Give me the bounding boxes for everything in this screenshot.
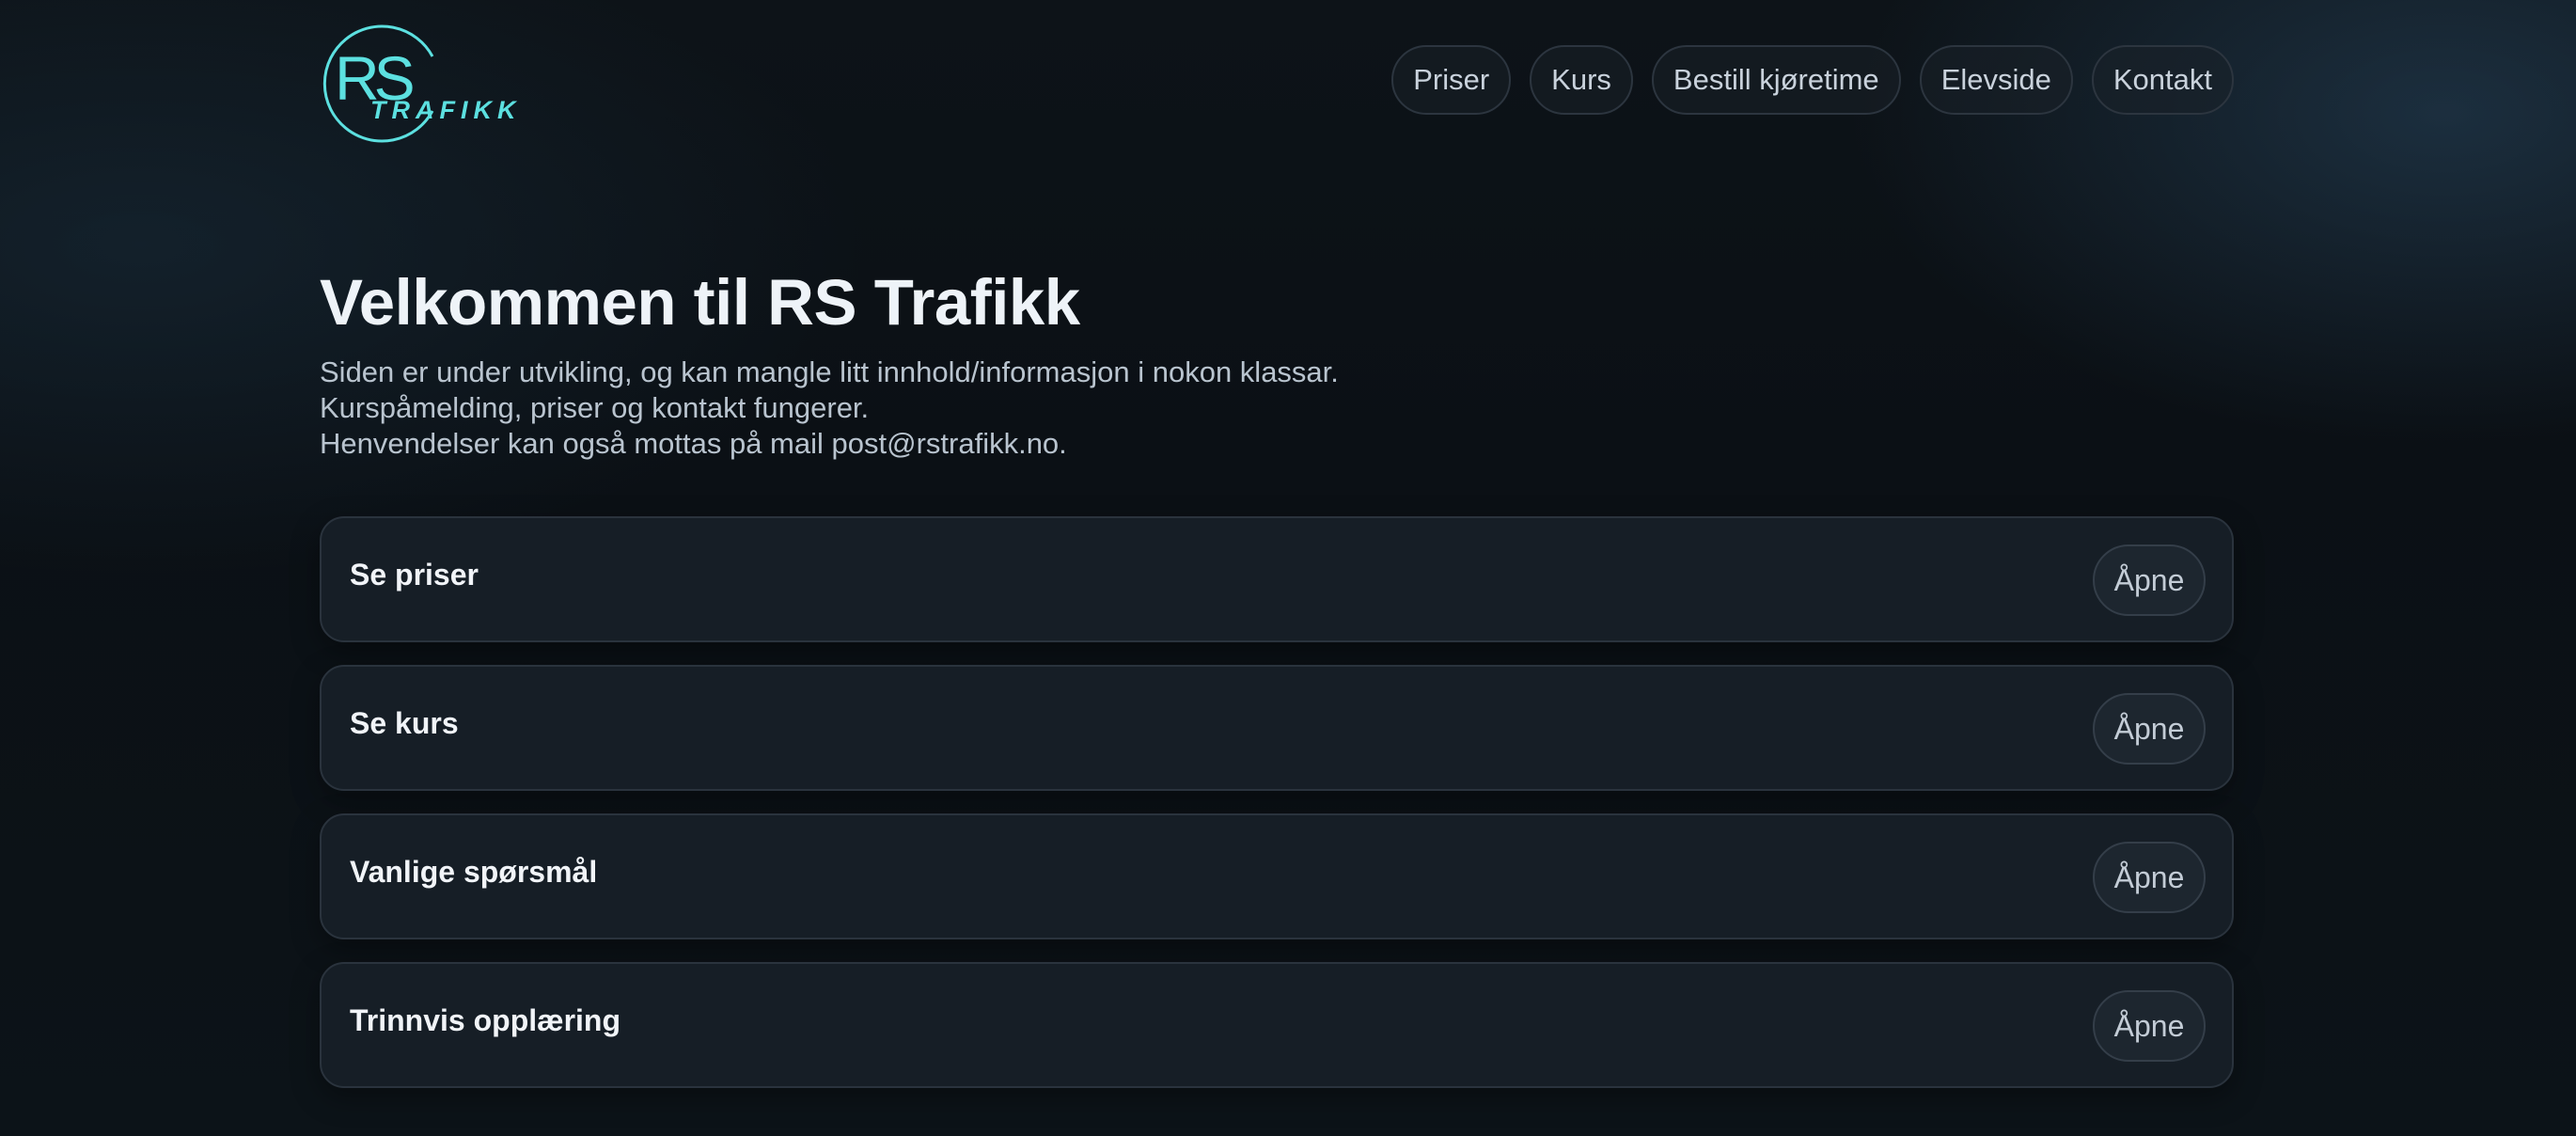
logo-subtitle: TRAFIKK [370, 96, 519, 124]
logo-graphic: RS TRAFIKK [322, 24, 519, 143]
open-kurs-button[interactable]: Åpne [2093, 693, 2206, 765]
intro-line-functions: Kurspåmelding, priser og kontakt fungere… [320, 391, 870, 424]
site-header: RS TRAFIKK Priser Kurs Bestill kjøretime… [320, 0, 2234, 160]
accordion-item-opplaering[interactable]: Trinnvis opplæring Åpne [320, 962, 2234, 1088]
intro-line-email: Henvendelser kan også mottas på mail pos… [320, 427, 1067, 460]
open-faq-button[interactable]: Åpne [2093, 842, 2206, 913]
accordion-title: Se priser [350, 558, 479, 592]
accordion-item-priser[interactable]: Se priser Åpne [320, 516, 2234, 642]
page-container: RS TRAFIKK Priser Kurs Bestill kjøretime… [320, 0, 2234, 1088]
accordion-item-kurs[interactable]: Se kurs Åpne [320, 665, 2234, 791]
page-title: Velkommen til RS Trafikk [320, 266, 1080, 339]
nav-link-elevside[interactable]: Elevside [1919, 45, 2073, 115]
intro-line-development: Siden er under utvikling, og kan mangle … [320, 355, 1339, 388]
accordion-title: Se kurs [350, 706, 459, 740]
intro-text: Siden er under utvikling, og kan mangle … [320, 355, 1339, 462]
open-priser-button[interactable]: Åpne [2093, 544, 2206, 616]
accordion-item-faq[interactable]: Vanlige spørsmål Åpne [320, 813, 2234, 939]
section-accordion: Se priser Åpne Se kurs Åpne Vanlige spør… [320, 516, 2234, 1111]
main-nav: Priser Kurs Bestill kjøretime Elevside K… [1391, 45, 2234, 115]
nav-link-bestill-kjoretime[interactable]: Bestill kjøretime [1651, 45, 1901, 115]
accordion-title: Vanlige spørsmål [350, 855, 598, 889]
nav-link-kontakt[interactable]: Kontakt [2091, 45, 2234, 115]
open-opplaering-button[interactable]: Åpne [2093, 990, 2206, 1062]
rs-trafikk-logo[interactable]: RS TRAFIKK [322, 21, 519, 143]
nav-link-kurs[interactable]: Kurs [1530, 45, 1633, 115]
nav-link-priser[interactable]: Priser [1391, 45, 1512, 115]
accordion-title: Trinnvis opplæring [350, 1003, 621, 1037]
